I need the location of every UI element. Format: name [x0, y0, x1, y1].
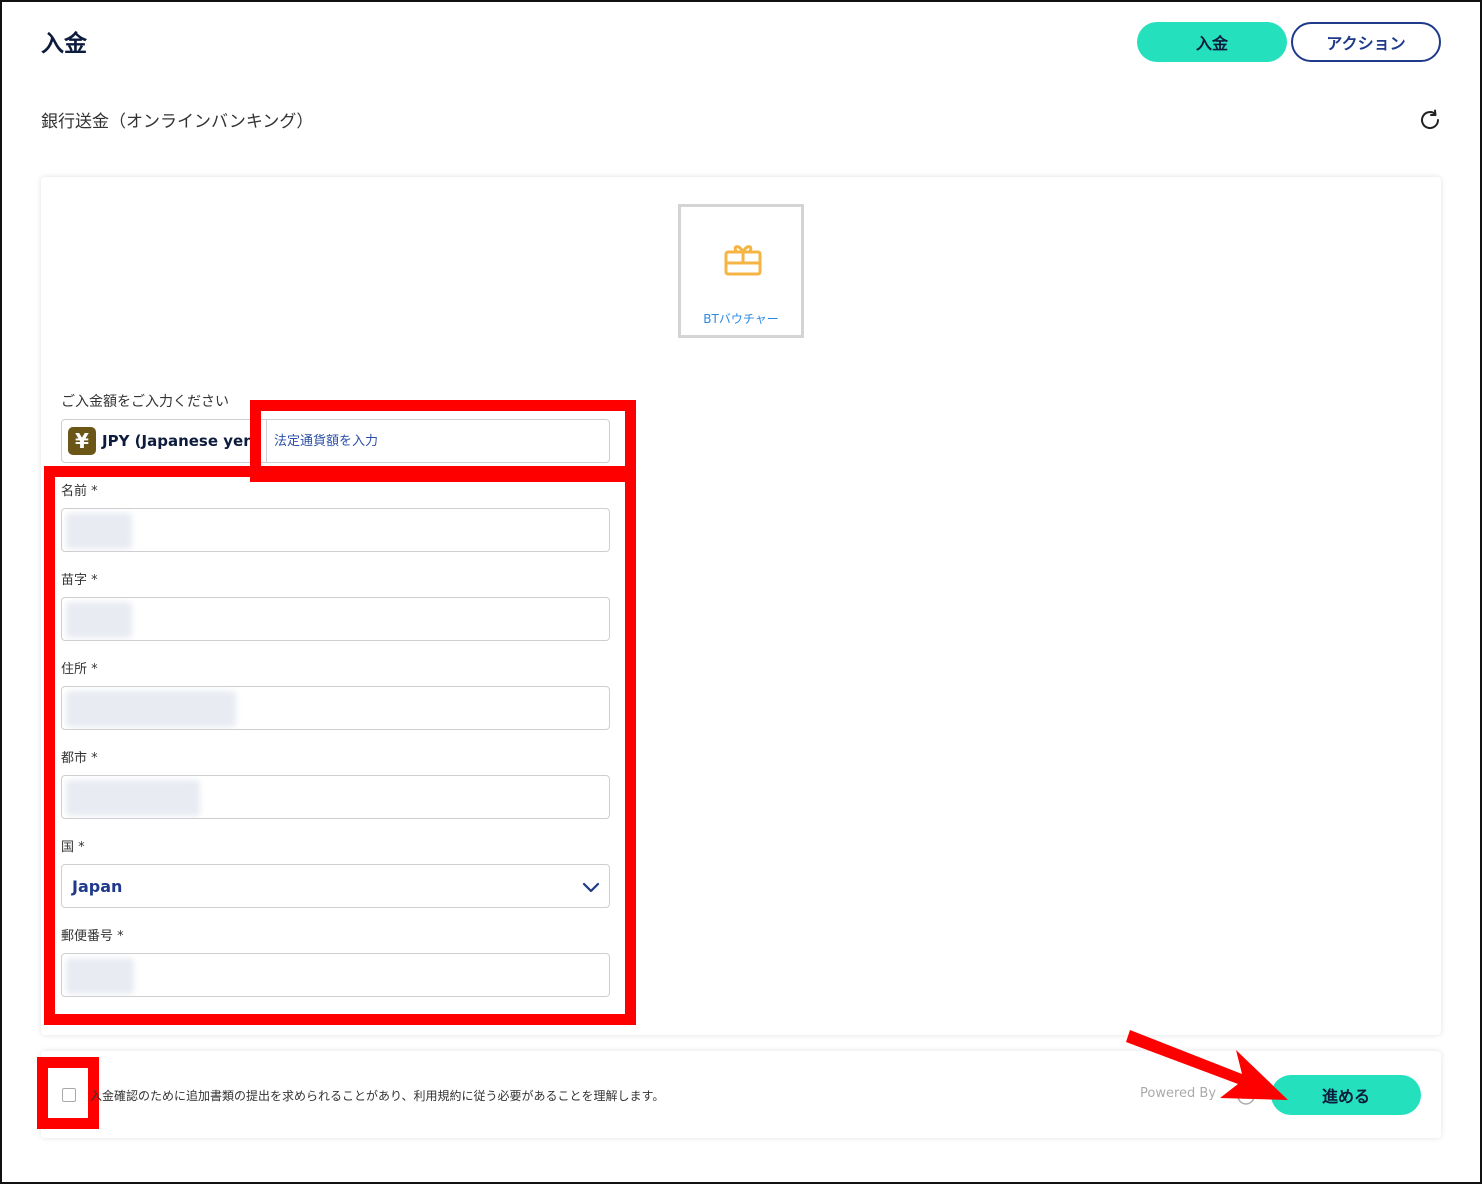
deposit-button[interactable]: 入金	[1137, 22, 1287, 62]
gift-card-icon	[724, 245, 762, 276]
postal-code-input[interactable]	[61, 953, 610, 997]
address-label: 住所 *	[61, 662, 98, 677]
country-select[interactable]: Japan	[61, 864, 610, 908]
redacted-value	[66, 513, 132, 549]
chevron-down-icon	[582, 882, 600, 893]
city-label: 都市 *	[61, 751, 98, 766]
redacted-value	[66, 691, 236, 727]
payment-method-title: 銀行送金（オンラインバンキング）	[41, 112, 314, 132]
page-title: 入金	[41, 31, 87, 57]
postal-code-label: 郵便番号 *	[61, 929, 124, 944]
redacted-value	[66, 780, 200, 816]
first-name-label: 名前 *	[61, 484, 98, 499]
redacted-value	[66, 602, 132, 638]
amount-label: ご入金額をご入力ください	[61, 394, 229, 410]
bt-voucher-option[interactable]: BTバウチャー	[678, 204, 804, 338]
country-label: 国 *	[61, 840, 85, 855]
voucher-label: BTバウチャー	[703, 312, 779, 326]
redacted-value	[66, 958, 134, 994]
provider-logo-icon	[1237, 1087, 1255, 1105]
country-value: Japan	[72, 877, 123, 896]
city-input[interactable]	[61, 775, 610, 819]
proceed-button[interactable]: 進める	[1271, 1075, 1421, 1115]
action-button[interactable]: アクション	[1291, 22, 1441, 62]
yen-icon: ¥	[68, 427, 96, 455]
consent-checkbox[interactable]	[62, 1088, 76, 1102]
last-name-label: 苗字 *	[61, 573, 98, 588]
powered-by-text: Powered By	[1140, 1086, 1217, 1101]
currency-selector[interactable]: ¥ JPY (Japanese yen)	[61, 419, 271, 463]
fiat-amount-input[interactable]	[266, 419, 610, 463]
currency-value: JPY (Japanese yen)	[102, 432, 261, 450]
first-name-input[interactable]	[61, 508, 610, 552]
refresh-icon[interactable]	[1418, 108, 1442, 132]
last-name-input[interactable]	[61, 597, 610, 641]
address-input[interactable]	[61, 686, 610, 730]
consent-text: 入金確認のために追加書類の提出を求められることがあり、利用規約に従う必要があるこ…	[90, 1089, 665, 1103]
